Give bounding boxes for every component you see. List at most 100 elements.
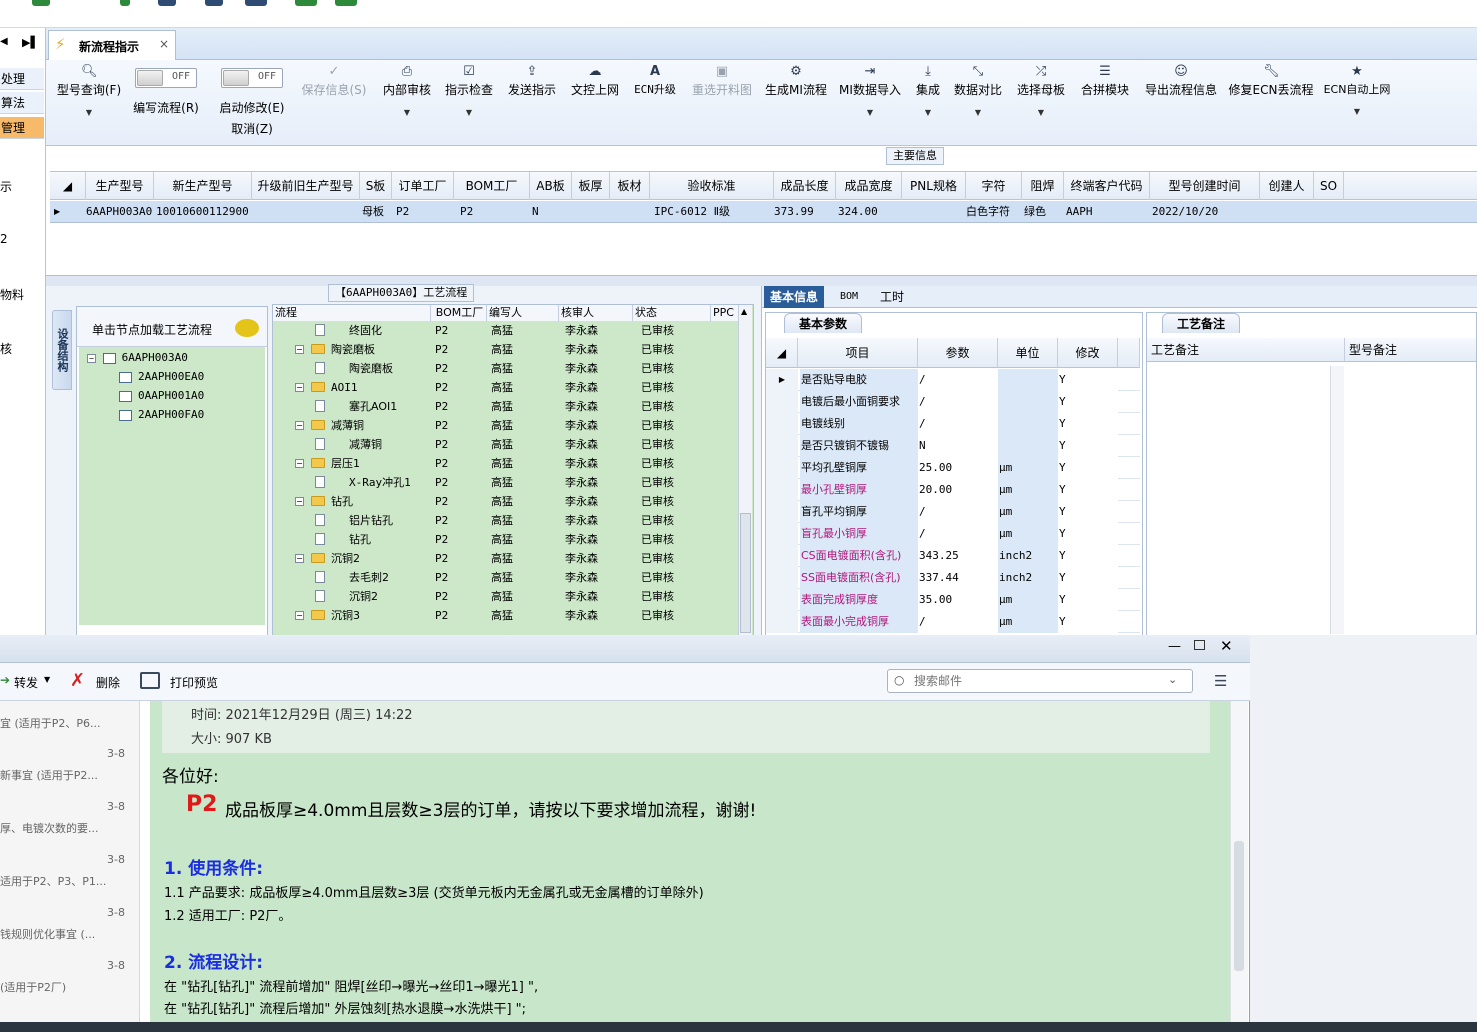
column-header[interactable]: 型号创建时间: [1150, 172, 1260, 200]
export-flow-button[interactable]: ☺ 导出流程信息: [1142, 60, 1220, 146]
column-header[interactable]: 生产型号: [86, 172, 154, 200]
splitter[interactable]: [46, 276, 1477, 286]
repair-ecn-button[interactable]: 🔧︎ 修复ECN丢流程: [1228, 60, 1314, 146]
list-item[interactable]: (适用于P2厂): [0, 979, 125, 995]
nav-text[interactable]: 2: [0, 232, 44, 246]
tab-process-notes[interactable]: 工艺备注: [1162, 313, 1241, 333]
list-item[interactable]: 适用于P2、P3、P1...: [0, 873, 125, 889]
instruction-check-button[interactable]: ☑ 指示检查 ▼: [442, 60, 496, 146]
column-header[interactable]: PNL规格: [902, 172, 966, 200]
gen-mi-flow-button[interactable]: ⚙ 生成MI流程: [764, 60, 828, 146]
collapse-icon[interactable]: −: [295, 459, 304, 468]
table-row[interactable]: 沉铜2 P2 高猛 李永森 已审核: [273, 587, 737, 606]
table-row[interactable]: 盲孔最小铜厚 / μm Y: [766, 523, 1140, 545]
column-header[interactable]: 成品长度: [774, 172, 836, 200]
column-header[interactable]: 成品宽度: [836, 172, 902, 200]
data-compare-button[interactable]: ⤡ 数据对比 ▼: [952, 60, 1004, 146]
app-icon[interactable]: [120, 0, 130, 6]
tab-bom[interactable]: BOM: [834, 286, 864, 308]
table-row[interactable]: − 沉铜2 P2 高猛 李永森 已审核: [273, 549, 737, 568]
table-row[interactable]: 去毛刺2 P2 高猛 李永森 已审核: [273, 568, 737, 587]
dropdown-arrow-icon[interactable]: ▼: [910, 108, 946, 117]
mail-search-box[interactable]: ○ ⌄: [887, 669, 1193, 693]
maximize-icon[interactable]: [1194, 640, 1205, 650]
chevron-down-icon[interactable]: ⌄: [1168, 673, 1177, 686]
doc-upload-button[interactable]: ☁ 文控上网: [568, 60, 622, 146]
column-header[interactable]: 阻焊: [1022, 172, 1064, 200]
row-header[interactable]: [766, 435, 798, 457]
row-header[interactable]: [766, 589, 798, 611]
column-header[interactable]: 字符: [966, 172, 1022, 200]
table-row[interactable]: − 钻孔 P2 高猛 李永森 已审核: [273, 492, 737, 511]
column-header[interactable]: 项目: [798, 338, 918, 368]
column-header[interactable]: 参数: [918, 338, 998, 368]
tree-node[interactable]: − 6AAPH003A0: [87, 351, 188, 364]
column-header[interactable]: BOM工厂: [431, 305, 487, 321]
row-header[interactable]: [766, 523, 798, 545]
close-icon[interactable]: ✕: [1220, 637, 1233, 655]
list-item[interactable]: 厚、电镀次数的要...: [0, 820, 125, 836]
nav-pin-icon[interactable]: ▶▌: [22, 36, 39, 49]
app-icon[interactable]: [32, 0, 50, 6]
column-header[interactable]: 核审人: [559, 305, 633, 321]
table-row[interactable]: 电镀后最小面铜要求 / Y: [766, 391, 1140, 413]
app-icon[interactable]: [245, 0, 267, 6]
collapse-icon[interactable]: −: [295, 497, 304, 506]
merge-module-button[interactable]: ☰ 合拼模块: [1078, 60, 1132, 146]
dropdown-arrow-icon[interactable]: ▼: [44, 675, 50, 684]
column-header[interactable]: 单位: [998, 338, 1058, 368]
tab-work-hours[interactable]: 工时: [874, 286, 910, 308]
table-row[interactable]: 减薄铜 P2 高猛 李永森 已审核: [273, 435, 737, 454]
ecn-auto-button[interactable]: ★ ECN自动上网 ▼: [1322, 60, 1392, 146]
table-row[interactable]: 盲孔平均铜厚 / μm Y: [766, 501, 1140, 523]
model-query-button[interactable]: 🔍︎ 型号查询(F) ▼: [52, 60, 126, 146]
row-header[interactable]: [766, 567, 798, 589]
grid-corner[interactable]: ◢: [766, 338, 798, 368]
app-icon[interactable]: [295, 0, 317, 6]
scroll-thumb[interactable]: [1234, 841, 1244, 971]
app-icon[interactable]: [335, 0, 357, 6]
row-header[interactable]: [766, 501, 798, 523]
forward-button[interactable]: 转发: [14, 674, 38, 691]
dropdown-arrow-icon[interactable]: ▼: [442, 108, 496, 117]
column-header[interactable]: 板厚: [572, 172, 610, 200]
table-row[interactable]: X-Ray冲孔1 P2 高猛 李永森 已审核: [273, 473, 737, 492]
print-icon[interactable]: [140, 672, 160, 689]
table-row[interactable]: 平均孔壁铜厚 25.00 μm Y: [766, 457, 1140, 479]
dropdown-arrow-icon[interactable]: ▼: [1014, 108, 1068, 117]
table-row[interactable]: 最小孔壁铜厚 20.00 μm Y: [766, 479, 1140, 501]
list-item[interactable]: 钱规则优化事宜 (...: [0, 926, 125, 942]
nav-text[interactable]: 物料: [0, 286, 44, 303]
table-row[interactable]: − AOI1 P2 高猛 李永森 已审核: [273, 378, 737, 397]
save-info-button[interactable]: ✓ 保存信息(S): [298, 60, 370, 146]
column-header[interactable]: 订单工厂: [392, 172, 454, 200]
column-header[interactable]: 型号备注: [1345, 338, 1476, 362]
column-header[interactable]: 状态: [633, 305, 711, 321]
column-header[interactable]: 编写人: [487, 305, 559, 321]
table-row[interactable]: 陶瓷磨板 P2 高猛 李永森 已审核: [273, 359, 737, 378]
start-modify-toggle[interactable]: OFF 启动修改(E) 取消(Z): [214, 60, 290, 146]
tab-basic-info[interactable]: 基本信息: [764, 286, 825, 308]
column-header[interactable]: 创建人: [1260, 172, 1314, 200]
mi-import-button[interactable]: ⇥ MI数据导入 ▼: [838, 60, 902, 146]
scroll-thumb[interactable]: [740, 513, 751, 633]
row-header[interactable]: [766, 457, 798, 479]
column-header[interactable]: 板材: [610, 172, 650, 200]
column-header[interactable]: BOM工厂: [454, 172, 530, 200]
column-header[interactable]: S板: [360, 172, 392, 200]
grid-corner[interactable]: ◢: [50, 172, 86, 200]
collapse-icon[interactable]: −: [295, 383, 304, 392]
table-row[interactable]: 塞孔AOI1 P2 高猛 李永森 已审核: [273, 397, 737, 416]
nav-text[interactable]: 示: [0, 178, 44, 195]
toggle-switch[interactable]: OFF: [135, 68, 197, 88]
minimize-icon[interactable]: —: [1168, 639, 1181, 654]
dropdown-arrow-icon[interactable]: ▼: [838, 108, 902, 117]
list-item[interactable]: 新事宜 (适用于P2...: [0, 767, 125, 783]
table-row[interactable]: 电镀线别 / Y: [766, 413, 1140, 435]
reselect-drawing-button[interactable]: ▣ 重选开料图: [688, 60, 756, 146]
forward-icon[interactable]: ➔: [0, 673, 10, 687]
nav-item-selected[interactable]: 管理: [0, 117, 44, 139]
collapse-icon[interactable]: −: [295, 554, 304, 563]
nav-back-icon[interactable]: ◀: [0, 36, 8, 47]
column-header[interactable]: 终端客户代码: [1064, 172, 1150, 200]
